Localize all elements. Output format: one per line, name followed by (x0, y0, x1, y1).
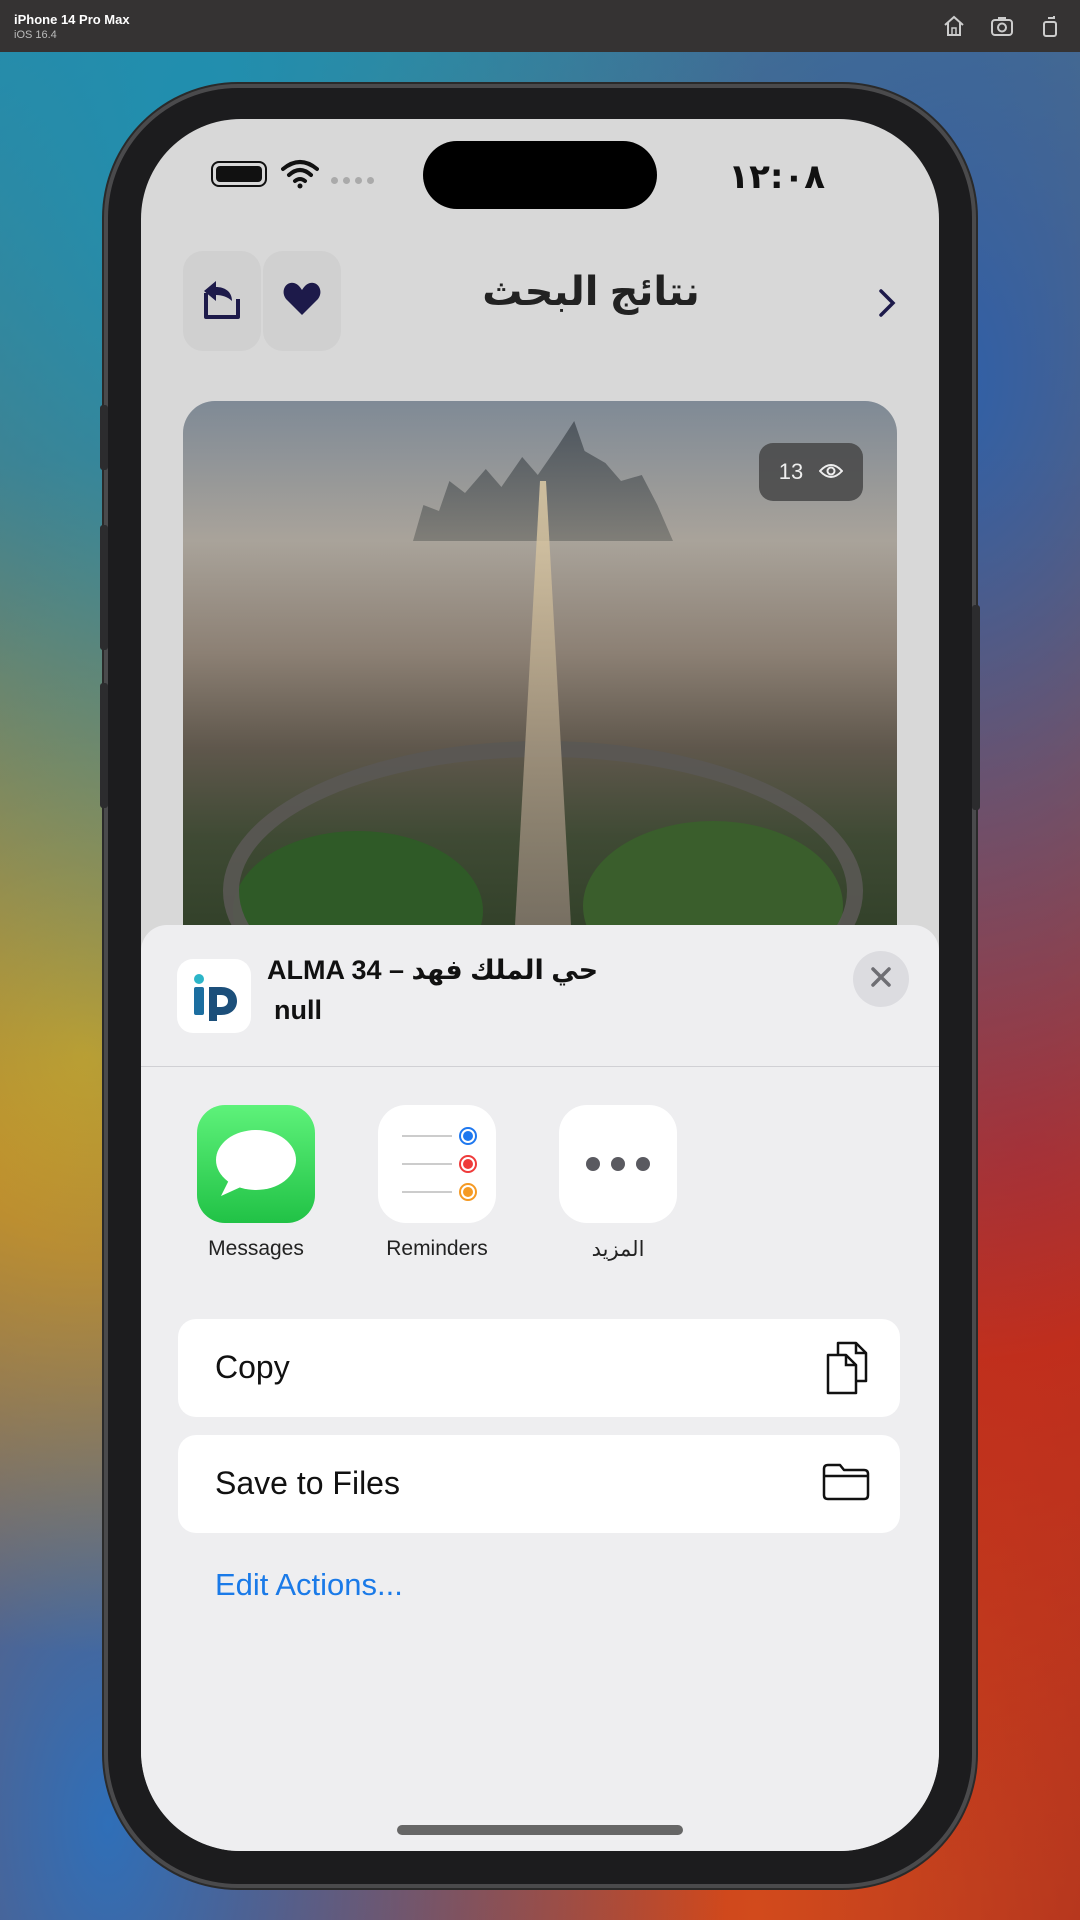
share-sheet: ALMA 34 – حي الملك فهد null Messages Rem… (141, 925, 939, 1851)
share-app-label: Reminders (386, 1237, 488, 1260)
action-label: Copy (215, 1349, 290, 1385)
action-label: Save to Files (215, 1465, 400, 1501)
share-subtitle: null (274, 995, 322, 1025)
power-button (972, 605, 980, 810)
share-app-reminders[interactable]: Reminders (357, 1105, 517, 1261)
share-title: ALMA 34 – حي الملك فهد (267, 955, 599, 985)
simulator-device-name: iPhone 14 Pro Max (14, 12, 130, 27)
page-title: نتائج البحث (482, 270, 700, 314)
chevron-right-icon[interactable] (877, 287, 897, 324)
property-image[interactable]: 13 (183, 401, 897, 961)
share-app-messages[interactable]: Messages (176, 1105, 336, 1261)
share-back-icon (198, 275, 246, 328)
save-to-files-action[interactable]: Save to Files (178, 1435, 900, 1533)
simulator-toolbar: iPhone 14 Pro Max iOS 16.4 (0, 0, 1080, 52)
share-app-more[interactable]: المزيد (538, 1105, 698, 1262)
simulator-os-version: iOS 16.4 (14, 29, 57, 41)
copy-action[interactable]: Copy (178, 1319, 900, 1417)
share-app-label: Messages (208, 1237, 304, 1260)
volume-up-button (100, 525, 108, 650)
favorite-button[interactable] (263, 251, 341, 351)
home-indicator[interactable] (397, 1825, 683, 1835)
dynamic-island (423, 141, 657, 209)
messages-icon (197, 1105, 315, 1223)
rotate-icon[interactable] (1038, 14, 1062, 38)
heart-icon (282, 281, 322, 322)
road-graphic (513, 481, 573, 961)
battery-icon (211, 161, 267, 187)
edit-actions-link[interactable]: Edit Actions... (215, 1567, 403, 1603)
reminders-icon (378, 1105, 496, 1223)
close-button[interactable] (853, 951, 909, 1007)
views-badge: 13 (759, 443, 863, 501)
copy-icon (824, 1341, 870, 1400)
more-icon (559, 1105, 677, 1223)
share-button[interactable] (183, 251, 261, 351)
share-sheet-header: ALMA 34 – حي الملك فهد null (141, 925, 939, 1067)
share-app-label: المزيد (591, 1238, 645, 1261)
view-count: 13 (778, 459, 804, 484)
screenshot-icon[interactable] (990, 14, 1014, 38)
eye-icon (818, 459, 844, 485)
status-time: ١٢:٠٨ (728, 157, 825, 197)
home-icon[interactable] (942, 14, 966, 38)
mute-switch (100, 405, 108, 470)
wifi-icon (281, 159, 319, 194)
volume-down-button (100, 683, 108, 808)
app-logo-icon (177, 959, 251, 1033)
phone-screen: ١٢:٠٨ نتائج البحث 13 ALMA 34 – حي الملك … (141, 119, 939, 1851)
share-apps-row: Messages Reminders المزيد (176, 1105, 916, 1275)
cellular-signal-icon (331, 177, 374, 184)
close-icon (870, 966, 892, 993)
folder-icon (822, 1463, 870, 1506)
